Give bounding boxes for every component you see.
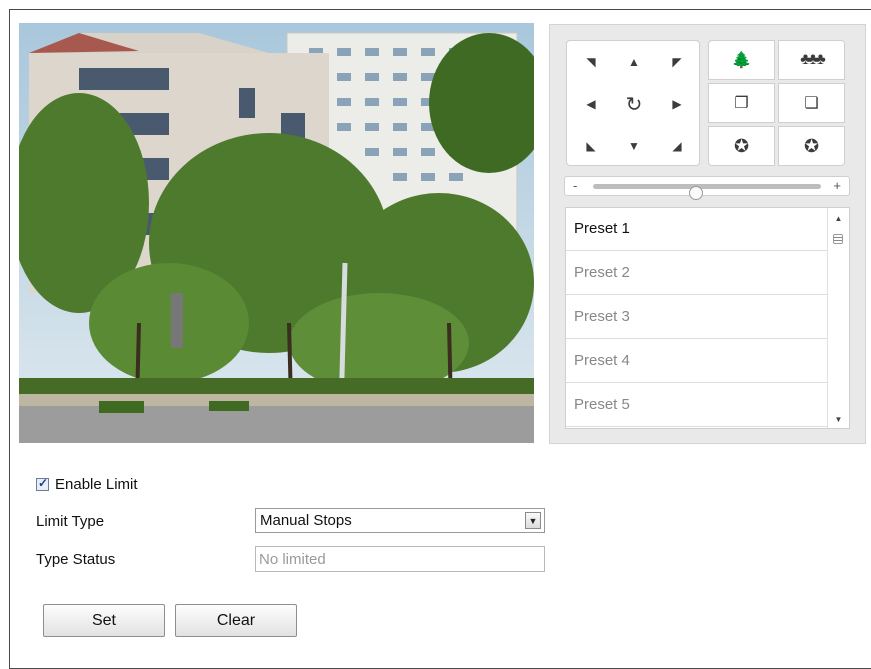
tree-icon: 🌲: [731, 52, 752, 69]
iris-close-button[interactable]: ✪: [778, 126, 845, 166]
zoom-focus-iris-group: 🌲 ♣♣♣ ❐ ❏ ✪ ✪: [708, 40, 848, 166]
pan-right-button[interactable]: ▶: [655, 83, 699, 125]
limit-type-select[interactable]: Manual Stops ▼: [255, 508, 545, 533]
refresh-icon: ↻: [625, 93, 643, 116]
pan-down-left-button[interactable]: ◣: [569, 125, 613, 167]
arrow-down-icon: ▼: [628, 139, 640, 153]
set-button[interactable]: Set: [43, 604, 165, 637]
arrow-down-left-icon: ◤: [672, 55, 682, 69]
enable-limit-row: Enable Limit: [36, 476, 138, 493]
zoom-in-button[interactable]: 🌲: [708, 40, 775, 80]
limit-type-value: Manual Stops: [260, 512, 352, 529]
slider-thumb[interactable]: [688, 186, 703, 200]
ptz-speed-slider[interactable]: - +: [564, 176, 850, 200]
enable-limit-checkbox[interactable]: [36, 476, 49, 491]
limit-type-label: Limit Type: [36, 513, 105, 530]
arrow-up-left-icon: ◢: [672, 139, 682, 153]
preset-item[interactable]: Preset 1: [566, 208, 827, 251]
arrow-up-right-icon: ◣: [586, 139, 596, 153]
preset-scrollbar[interactable]: ▲ ▼: [827, 208, 849, 428]
slider-track: [593, 184, 821, 200]
camera-scene-image: [19, 23, 534, 443]
speed-plus-icon: +: [833, 178, 841, 193]
preset-item[interactable]: Preset 3: [566, 296, 827, 339]
focus-far-button[interactable]: ❏: [778, 83, 845, 123]
focus-far-icon: ❏: [804, 95, 819, 112]
type-status-label: Type Status: [36, 551, 116, 568]
scroll-thumb[interactable]: [833, 234, 843, 244]
type-status-field[interactable]: No limited: [255, 546, 545, 572]
speed-minus-icon: -: [573, 178, 578, 193]
focus-near-icon: ❐: [734, 95, 749, 112]
preset-list: Preset 1 Preset 2 Preset 3 Preset 4 Pres…: [565, 207, 850, 429]
focus-near-button[interactable]: ❐: [708, 83, 775, 123]
zoom-out-button[interactable]: ♣♣♣: [778, 40, 845, 80]
ptz-control-panel: ◥ ▲ ◤ ◀ ↻ ▶ ◣ ▼ ◢ 🌲 ♣♣♣ ❐ ❏ ✪ ✪ - + Pres…: [549, 24, 866, 444]
arrow-down-right-icon: ◥: [586, 55, 596, 69]
scroll-up-icon[interactable]: ▲: [828, 214, 849, 223]
pan-up-button[interactable]: ▲: [612, 41, 656, 83]
clear-button[interactable]: Clear: [175, 604, 297, 637]
pan-up-right-button[interactable]: ◤: [655, 41, 699, 83]
arrow-right-icon: ▶: [672, 97, 682, 111]
preset-item[interactable]: Preset 5: [566, 384, 827, 427]
trees-icon: ♣♣♣: [800, 51, 825, 68]
iris-close-icon: ✪: [803, 135, 820, 156]
arrow-up-icon: ▲: [628, 55, 640, 69]
type-status-placeholder: No limited: [259, 551, 326, 568]
pan-left-button[interactable]: ◀: [569, 83, 613, 125]
iris-open-button[interactable]: ✪: [708, 126, 775, 166]
live-video-view[interactable]: [19, 23, 534, 443]
enable-limit-label: Enable Limit: [55, 476, 138, 493]
arrow-left-icon: ◀: [586, 97, 596, 111]
preset-item[interactable]: Preset 2: [566, 252, 827, 295]
iris-open-icon: ✪: [733, 135, 750, 156]
auto-scan-button[interactable]: ↻: [612, 83, 656, 125]
chevron-down-icon[interactable]: ▼: [525, 512, 541, 529]
scroll-down-icon[interactable]: ▼: [828, 415, 849, 424]
pan-down-right-button[interactable]: ◢: [655, 125, 699, 167]
pan-down-button[interactable]: ▼: [612, 125, 656, 167]
pan-up-left-button[interactable]: ◥: [569, 41, 613, 83]
ptz-direction-pad: ◥ ▲ ◤ ◀ ↻ ▶ ◣ ▼ ◢: [566, 40, 700, 166]
preset-item[interactable]: Preset 4: [566, 340, 827, 383]
